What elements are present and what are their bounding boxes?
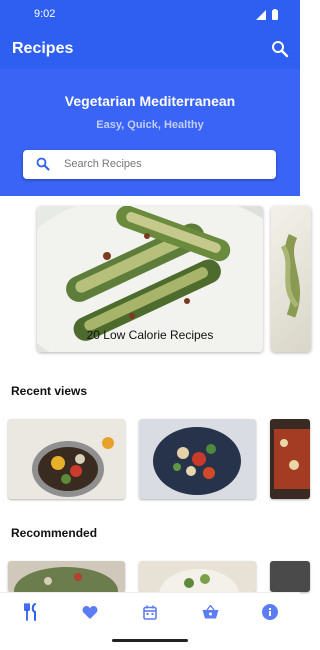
hero-banner: Vegetarian Mediterranean Easy, Quick, He…: [0, 69, 300, 196]
featured-next-image: [280, 234, 300, 318]
status-bar: 9:02: [0, 0, 300, 29]
app-bar: Recipes: [0, 29, 300, 69]
recommended-recipe-card[interactable]: [139, 561, 256, 592]
search-field-icon: [36, 157, 50, 171]
app-title: Recipes: [12, 40, 74, 57]
featured-label: 20 Low Calorie Recipes: [86, 328, 214, 342]
status-icons: [256, 9, 278, 20]
search-icon[interactable]: [270, 39, 290, 59]
recent-recipe-card[interactable]: [270, 419, 310, 499]
nav-info[interactable]: [258, 600, 282, 624]
featured-card[interactable]: 20 Low Calorie Recipes: [37, 206, 263, 352]
recipe-image: [153, 427, 241, 495]
recipe-image: [32, 437, 114, 497]
featured-card-next[interactable]: [271, 206, 311, 352]
signal-icon: [256, 9, 266, 20]
favorites-icon: [82, 606, 98, 619]
recommended-recipe-card[interactable]: [270, 561, 310, 592]
battery-icon: [272, 9, 278, 20]
gesture-bar[interactable]: [112, 639, 188, 642]
recipes-icon: [24, 603, 36, 621]
status-time: 9:02: [34, 8, 56, 20]
basket-icon: [202, 605, 218, 619]
nav-favorites[interactable]: [78, 600, 102, 624]
calendar-icon: [143, 605, 157, 620]
recent-recipe-card[interactable]: [139, 419, 256, 499]
recent-recipe-card[interactable]: [8, 419, 125, 499]
section-title-recommended: Recommended: [11, 526, 98, 540]
recipe-image: [14, 567, 118, 592]
section-title-recent: Recent views: [11, 384, 88, 398]
recommended-recipe-card[interactable]: [8, 561, 125, 592]
recipe-image: [274, 429, 310, 489]
search-placeholder: Search Recipes: [64, 158, 142, 170]
hero-title: Vegetarian Mediterranean: [64, 93, 236, 109]
hero-subtitle: Easy, Quick, Healthy: [96, 119, 204, 131]
system-gesture-area: [0, 631, 300, 650]
nav-basket[interactable]: [198, 600, 222, 624]
nav-calendar[interactable]: [138, 600, 162, 624]
nav-recipes[interactable]: [19, 600, 43, 624]
info-icon: [262, 604, 278, 620]
bottom-navigation: [0, 592, 300, 631]
recipe-image: [159, 569, 239, 592]
search-input[interactable]: Search Recipes: [23, 150, 276, 179]
